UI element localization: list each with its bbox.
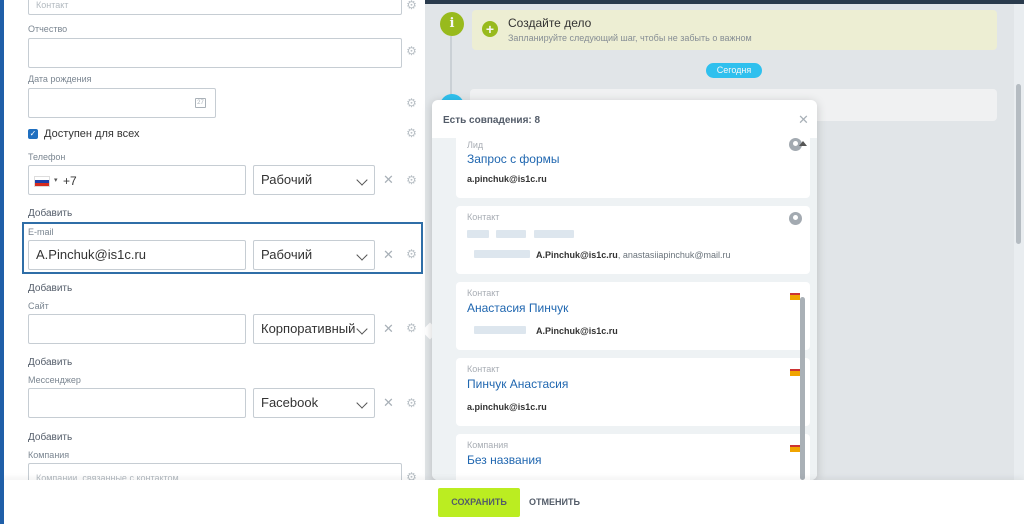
phone-type-select[interactable]: Рабочий: [253, 165, 375, 195]
duplicate-type: Лид: [467, 140, 484, 150]
duplicate-name[interactable]: Пинчук Анастасия: [467, 377, 568, 391]
company-label: Компания: [28, 450, 70, 460]
birthdate-label: Дата рождения: [28, 74, 92, 84]
add-site-link[interactable]: Добавить: [28, 357, 72, 368]
phone-type-value: Рабочий: [261, 172, 313, 187]
duplicate-email: a.pinchuk@is1c.ru: [467, 174, 547, 184]
blurred-text: [496, 230, 526, 238]
duplicate-name[interactable]: Анастасия Пинчук: [467, 301, 568, 315]
add-phone-link[interactable]: Добавить: [28, 208, 72, 219]
close-icon[interactable]: ✕: [383, 248, 394, 261]
duplicate-type: Контакт: [467, 288, 500, 298]
chevron-down-icon: [356, 397, 368, 409]
bottom-bar: СОХРАНИТЬ ОТМЕНИТЬ: [0, 480, 1024, 524]
messenger-label: Мессенджер: [28, 375, 81, 385]
close-icon[interactable]: ✕: [798, 112, 809, 128]
gear-icon[interactable]: ⚙: [406, 45, 417, 57]
duplicate-type: Компания: [467, 440, 509, 450]
duplicate-item[interactable]: Контакт Анастасия Пинчук A.Pinchuk@is1c.…: [456, 282, 810, 350]
left-accent-bar: [0, 0, 4, 524]
gear-icon[interactable]: ⚙: [406, 248, 417, 260]
phone-code: +7: [63, 174, 77, 188]
messenger-type-select[interactable]: Facebook: [253, 388, 375, 418]
duplicate-item[interactable]: Лид Запрос с формы a.pinchuk@is1c.ru: [456, 138, 810, 198]
phone-input[interactable]: [28, 165, 246, 195]
phone-label: Телефон: [28, 152, 66, 162]
chevron-down-icon: [356, 323, 368, 335]
site-label: Сайт: [28, 301, 49, 311]
gear-icon[interactable]: ⚙: [406, 174, 417, 186]
available-checkbox[interactable]: ✓: [28, 129, 38, 139]
duplicate-type: Контакт: [467, 212, 500, 222]
site-type-value: Корпоративный: [261, 321, 356, 336]
gear-icon[interactable]: ⚙: [406, 0, 417, 11]
email-type-value: Рабочий: [261, 247, 313, 262]
duplicate-name[interactable]: Запрос с формы: [467, 152, 560, 166]
duplicate-email-main: A.Pinchuk@is1c.ru: [536, 250, 618, 260]
gear-icon[interactable]: ⚙: [406, 322, 417, 334]
scroll-up-icon[interactable]: [799, 141, 807, 146]
available-label: Доступен для всех: [44, 128, 140, 140]
gear-icon[interactable]: ⚙: [406, 97, 417, 109]
close-icon[interactable]: ✕: [383, 396, 394, 409]
add-messenger-link[interactable]: Добавить: [28, 432, 72, 443]
blurred-text: [474, 326, 526, 334]
birthdate-input[interactable]: [28, 88, 216, 118]
blurred-text: [467, 230, 489, 238]
messenger-type-value: Facebook: [261, 395, 319, 410]
duplicate-item[interactable]: Контакт A.Pinchuk@is1c.ru, anastasiiapin…: [456, 206, 810, 274]
blurred-text: [474, 250, 530, 258]
messenger-input[interactable]: [28, 388, 246, 418]
company-input[interactable]: Компании, связанные с контактом: [28, 463, 402, 480]
chevron-down-icon: [356, 249, 368, 261]
duplicate-email: A.Pinchuk@is1c.ru: [536, 326, 618, 336]
chevron-down-icon: [356, 174, 368, 186]
duplicate-email: A.Pinchuk@is1c.ru, anastasiiapinchuk@mai…: [536, 250, 731, 260]
email-type-select[interactable]: Рабочий: [253, 240, 375, 270]
duplicate-type: Контакт: [467, 364, 500, 374]
blurred-text: [534, 230, 574, 238]
duplicates-title: Есть совпадения: 8: [443, 115, 541, 126]
site-type-select[interactable]: Корпоративный: [253, 314, 375, 344]
duplicate-item[interactable]: Компания Без названия: [456, 434, 810, 480]
duplicates-list[interactable]: Лид Запрос с формы a.pinchuk@is1c.ru Кон…: [432, 138, 817, 480]
add-email-link[interactable]: Добавить: [28, 283, 72, 294]
gear-icon[interactable]: ⚙: [406, 397, 417, 409]
duplicate-email-extra: , anastasiiapinchuk@mail.ru: [617, 250, 731, 260]
duplicate-name[interactable]: Без названия: [467, 453, 542, 467]
close-icon[interactable]: ✕: [383, 173, 394, 186]
contact-form: Контакт ⚙ Отчество ⚙ Дата рождения 27 ⚙ …: [0, 0, 425, 480]
duplicate-item[interactable]: Контакт Пинчук Анастасия a.pinchuk@is1c.…: [456, 358, 810, 426]
calendar-icon[interactable]: 27: [195, 98, 206, 108]
caret-down-icon[interactable]: ▾: [54, 176, 58, 184]
flag-ru-icon[interactable]: [34, 176, 50, 187]
contact-input[interactable]: Контакт: [28, 0, 402, 15]
save-button[interactable]: СОХРАНИТЬ: [438, 488, 520, 517]
gear-icon[interactable]: ⚙: [406, 471, 417, 480]
close-icon[interactable]: ✕: [383, 322, 394, 335]
popup-scrollbar-thumb[interactable]: [800, 297, 805, 480]
page-scrollbar-thumb[interactable]: [1016, 84, 1021, 244]
duplicates-popup: Есть совпадения: 8 ✕ Лид Запрос с формы …: [432, 100, 817, 480]
patronymic-label: Отчество: [28, 24, 68, 34]
popup-scrollbar[interactable]: [797, 140, 809, 480]
gear-icon[interactable]: ⚙: [406, 127, 417, 139]
email-input[interactable]: A.Pinchuk@is1c.ru: [28, 240, 246, 270]
duplicate-email: a.pinchuk@is1c.ru: [467, 402, 547, 412]
cancel-button[interactable]: ОТМЕНИТЬ: [529, 497, 580, 507]
patronymic-input[interactable]: [28, 38, 402, 68]
site-input[interactable]: [28, 314, 246, 344]
email-label: E-mail: [28, 227, 54, 237]
page-scrollbar[interactable]: [1014, 4, 1024, 480]
